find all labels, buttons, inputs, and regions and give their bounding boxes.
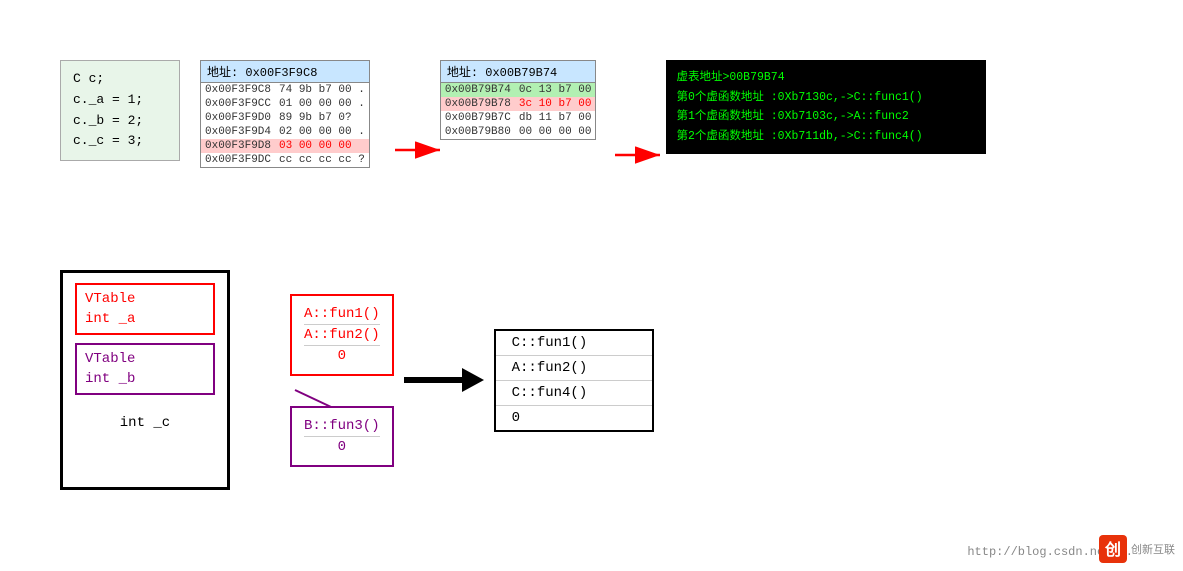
final-entry-3: 0 xyxy=(496,406,652,430)
final-entry-2: C::fun4() xyxy=(496,381,652,406)
svg-text:创: 创 xyxy=(1104,540,1121,560)
vtable-purple: B::fun3() 0 xyxy=(290,406,394,467)
info-line-3: 第2个虚函数地址 :0Xb711db,->C::func4() xyxy=(676,127,976,147)
b-section: VTable int _b xyxy=(75,343,215,395)
logo-text: 创新互联 xyxy=(1131,541,1175,557)
info-line-1: 第0个虚函数地址 :0Xb7130c,->C::func1() xyxy=(676,88,976,108)
mem1-row-4: 0x00F3F9D8 03 00 00 00 xyxy=(201,139,369,153)
code-line-1: C c; xyxy=(73,69,167,90)
mem1-row-1: 0x00F3F9CC 01 00 00 00 . xyxy=(201,97,369,111)
big-arrow-container xyxy=(404,360,484,400)
vtable-area: A::fun1() A::fun2() 0 B::fun3() 0 xyxy=(290,294,394,467)
vtable-b-label: VTable xyxy=(85,349,205,369)
final-entry-1: A::fun2() xyxy=(496,356,652,381)
int-a-label: int _a xyxy=(85,309,205,329)
vtable-purple-entry-0: B::fun3() xyxy=(304,416,380,437)
code-line-3: c._b = 2; xyxy=(73,111,167,132)
mem2-row-0: 0x00B79B74 0c 13 b7 00 xyxy=(441,83,596,97)
memory-box-1: 地址: 0x00F3F9C8 0x00F3F9C8 74 9b b7 00 . … xyxy=(200,60,370,168)
mem1-row-3: 0x00F3F9D4 02 00 00 00 . xyxy=(201,125,369,139)
vtable-a-label: VTable xyxy=(85,289,205,309)
big-arrow-icon xyxy=(404,360,484,400)
logo-area: 创 创新互联 xyxy=(1099,535,1175,563)
mem2-header: 地址: 0x00B79B74 xyxy=(441,61,596,83)
mem1-header: 地址: 0x00F3F9C8 xyxy=(201,61,369,83)
final-vtable: C::fun1() A::fun2() C::fun4() 0 xyxy=(494,329,654,432)
vtable-red-entry-1: A::fun2() xyxy=(304,325,380,346)
logo-icon: 创 xyxy=(1099,535,1127,563)
code-box: C c; c._a = 1; c._b = 2; c._c = 3; xyxy=(60,60,180,161)
vtable-red-entry-0: A::fun1() xyxy=(304,304,380,325)
mem2-row-3: 0x00B79B80 00 00 00 00 xyxy=(441,125,596,139)
info-line-0: 虚表地址>00B79B74 xyxy=(676,68,976,88)
object-box: VTable int _a VTable int _b int _c xyxy=(60,270,230,490)
vtable-red: A::fun1() A::fun2() 0 xyxy=(290,294,394,376)
int-b-label: int _b xyxy=(85,369,205,389)
bottom-section: VTable int _a VTable int _b int _c A::fu… xyxy=(60,270,654,490)
final-entry-0: C::fun1() xyxy=(496,331,652,356)
vtable-red-entry-2: 0 xyxy=(304,346,380,366)
code-line-4: c._c = 3; xyxy=(73,131,167,152)
memory-box-2: 地址: 0x00B79B74 0x00B79B74 0c 13 b7 00 0x… xyxy=(440,60,597,140)
a-section: VTable int _a xyxy=(75,283,215,335)
info-box: 虚表地址>00B79B74 第0个虚函数地址 :0Xb7130c,->C::fu… xyxy=(666,60,986,154)
vtable-purple-entry-1: 0 xyxy=(304,437,380,457)
mem2-row-2: 0x00B79B7C db 11 b7 00 xyxy=(441,111,596,125)
mem1-row-0: 0x00F3F9C8 74 9b b7 00 . xyxy=(201,83,369,97)
info-line-2: 第1个虚函数地址 :0Xb7103c,->A::func2 xyxy=(676,107,976,127)
mem1-row-5: 0x00F3F9DC cc cc cc cc ? xyxy=(201,153,369,167)
code-line-2: c._a = 1; xyxy=(73,90,167,111)
mem1-row-2: 0x00F3F9D0 89 9b b7 0? xyxy=(201,111,369,125)
top-section: C c; c._a = 1; c._b = 2; c._c = 3; 地址: 0… xyxy=(60,60,986,168)
int-c-label: int _c xyxy=(75,415,215,431)
mem2-row-1: 0x00B79B78 3c 10 b7 00 xyxy=(441,97,596,111)
